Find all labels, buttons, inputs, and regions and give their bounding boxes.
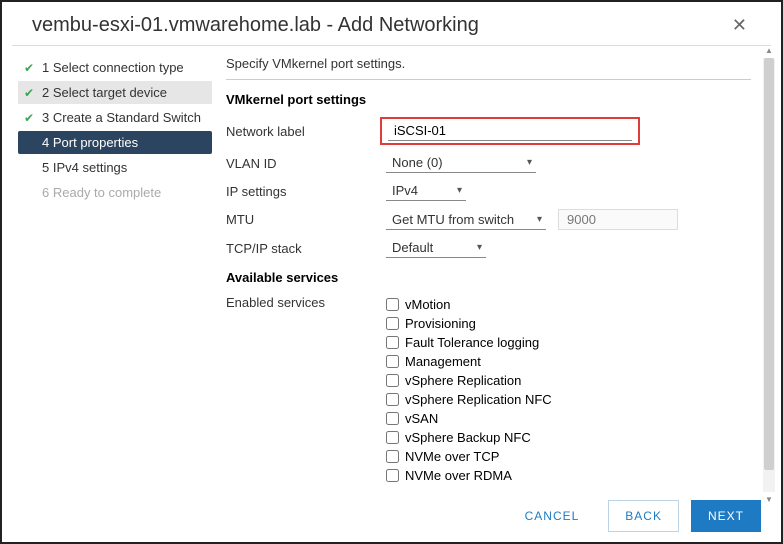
service-checkbox[interactable] xyxy=(386,298,399,311)
close-icon[interactable]: ✕ xyxy=(728,15,751,36)
step-label: 2 Select target device xyxy=(42,85,167,100)
network-label-input[interactable] xyxy=(388,121,632,141)
mtu-value: Get MTU from switch xyxy=(392,212,514,227)
service-vsphere-backup-nfc[interactable]: vSphere Backup NFC xyxy=(386,428,552,447)
service-checkbox[interactable] xyxy=(386,355,399,368)
scroll-up-icon[interactable]: ▲ xyxy=(763,46,775,55)
service-checkbox[interactable] xyxy=(386,450,399,463)
service-checkbox[interactable] xyxy=(386,469,399,482)
network-label-highlight xyxy=(380,117,640,145)
service-vmotion[interactable]: vMotion xyxy=(386,295,552,314)
row-ip-settings: IP settings IPv4 ▾ xyxy=(226,177,751,205)
service-checkbox[interactable] xyxy=(386,374,399,387)
scrollbar[interactable]: ▲ ▼ xyxy=(763,58,775,492)
service-nvme-tcp[interactable]: NVMe over TCP xyxy=(386,447,552,466)
mtu-label: MTU xyxy=(226,212,386,227)
row-tcpip-stack: TCP/IP stack Default ▾ xyxy=(226,234,751,262)
back-button[interactable]: BACK xyxy=(608,500,679,532)
step-label: 3 Create a Standard Switch xyxy=(42,110,201,125)
step-label: 5 IPv4 settings xyxy=(42,160,127,175)
chevron-down-icon: ▾ xyxy=(457,185,462,196)
service-checkbox[interactable] xyxy=(386,412,399,425)
cancel-button[interactable]: CANCEL xyxy=(508,500,597,532)
row-vlan: VLAN ID None (0) ▾ xyxy=(226,149,751,177)
scroll-down-icon[interactable]: ▼ xyxy=(763,495,775,504)
service-vsphere-replication-nfc[interactable]: vSphere Replication NFC xyxy=(386,390,552,409)
vlan-label: VLAN ID xyxy=(226,156,386,171)
stack-select[interactable]: Default ▾ xyxy=(386,238,486,258)
step-ipv4-settings[interactable]: 5 IPv4 settings xyxy=(18,156,212,179)
wizard-steps: ✔ 1 Select connection type ✔ 2 Select ta… xyxy=(2,46,212,496)
chevron-down-icon: ▾ xyxy=(537,214,542,225)
vlan-select[interactable]: None (0) ▾ xyxy=(386,153,536,173)
next-button[interactable]: NEXT xyxy=(691,500,761,532)
mtu-size-input[interactable]: 9000 xyxy=(558,209,678,230)
stack-value: Default xyxy=(392,240,433,255)
dialog-footer: CANCEL BACK NEXT xyxy=(508,500,761,532)
check-icon: ✔ xyxy=(24,86,36,100)
dialog-header: vembu-esxi-01.vmwarehome.lab - Add Netwo… xyxy=(12,2,771,46)
service-checkbox[interactable] xyxy=(386,393,399,406)
service-nvme-rdma[interactable]: NVMe over RDMA xyxy=(386,466,552,485)
dialog-title: vembu-esxi-01.vmwarehome.lab - Add Netwo… xyxy=(32,14,479,37)
service-provisioning[interactable]: Provisioning xyxy=(386,314,552,333)
step-port-properties[interactable]: 4 Port properties xyxy=(18,131,212,154)
enabled-services-label: Enabled services xyxy=(226,295,386,310)
ip-select[interactable]: IPv4 ▾ xyxy=(386,181,466,201)
service-vsan[interactable]: vSAN xyxy=(386,409,552,428)
section-services: Available services xyxy=(226,270,751,285)
dialog-content: ✔ 1 Select connection type ✔ 2 Select ta… xyxy=(2,46,781,496)
ip-value: IPv4 xyxy=(392,183,418,198)
check-icon: ✔ xyxy=(24,61,36,75)
mtu-select[interactable]: Get MTU from switch ▾ xyxy=(386,210,546,230)
service-checkbox[interactable] xyxy=(386,431,399,444)
service-ft-logging[interactable]: Fault Tolerance logging xyxy=(386,333,552,352)
step-label: 1 Select connection type xyxy=(42,60,184,75)
step-ready-complete: 6 Ready to complete xyxy=(18,181,212,204)
chevron-down-icon: ▾ xyxy=(527,157,532,168)
check-icon: ✔ xyxy=(24,111,36,125)
stack-label: TCP/IP stack xyxy=(226,241,386,256)
vlan-value: None (0) xyxy=(392,155,443,170)
step-label: 6 Ready to complete xyxy=(42,185,161,200)
section-vmkernel: VMkernel port settings xyxy=(226,92,751,107)
service-checkbox[interactable] xyxy=(386,317,399,330)
row-enabled-services: Enabled services vMotion Provisioning Fa… xyxy=(226,291,751,489)
services-list: vMotion Provisioning Fault Tolerance log… xyxy=(386,295,751,485)
service-vsphere-replication[interactable]: vSphere Replication xyxy=(386,371,552,390)
network-label-label: Network label xyxy=(226,124,386,139)
service-management[interactable]: Management xyxy=(386,352,552,371)
row-network-label: Network label xyxy=(226,113,751,149)
step-label: 4 Port properties xyxy=(42,135,138,150)
scrollbar-thumb[interactable] xyxy=(764,58,774,470)
row-mtu: MTU Get MTU from switch ▾ 9000 xyxy=(226,205,751,234)
step-standard-switch[interactable]: ✔ 3 Create a Standard Switch xyxy=(18,106,212,129)
ip-label: IP settings xyxy=(226,184,386,199)
step-target-device[interactable]: ✔ 2 Select target device xyxy=(18,81,212,104)
panel-description: Specify VMkernel port settings. xyxy=(226,56,751,80)
step-connection-type[interactable]: ✔ 1 Select connection type xyxy=(18,56,212,79)
chevron-down-icon: ▾ xyxy=(477,242,482,253)
main-panel: Specify VMkernel port settings. VMkernel… xyxy=(212,46,781,496)
service-checkbox[interactable] xyxy=(386,336,399,349)
